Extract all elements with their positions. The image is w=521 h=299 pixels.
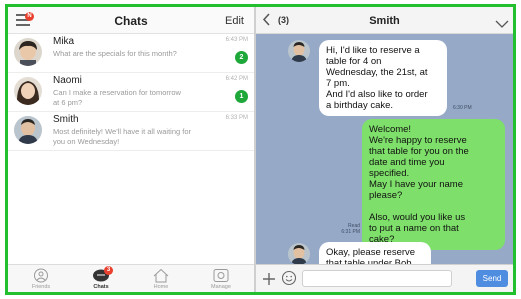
avatar <box>14 38 42 66</box>
message-input[interactable] <box>302 270 452 287</box>
avatar <box>14 116 42 144</box>
chevron-down-icon <box>495 20 509 28</box>
tab-home[interactable]: Home <box>136 268 186 290</box>
conversation-panel: (3) Smith Hi, I'd like to reserve a tabl… <box>256 7 513 292</box>
tab-manage[interactable]: Manage <box>196 268 246 290</box>
chat-time: 6:42 PM <box>225 76 248 82</box>
conversation-title: Smith <box>369 15 400 27</box>
chat-name: Mika <box>53 36 75 47</box>
send-button[interactable]: Send <box>476 270 508 287</box>
read-receipt: Read 6:31 PM <box>338 223 360 235</box>
tab-friends[interactable]: Friends <box>16 268 66 290</box>
chat-list-title: Chats <box>114 14 148 28</box>
edit-button[interactable]: Edit <box>225 15 244 27</box>
chat-row-naomi[interactable]: Naomi Can I make a reservation for tomor… <box>8 74 254 112</box>
chat-row-smith[interactable]: Smith Most definitely! We'll have it all… <box>8 113 254 151</box>
tab-badge: 3 <box>104 266 113 275</box>
message-bubble-outgoing: Welcome! We're happy to reserve that tab… <box>362 119 505 250</box>
chat-time: 6:43 PM <box>225 37 248 43</box>
emoji-icon <box>281 270 297 286</box>
emoji-button[interactable] <box>281 270 297 286</box>
chat-row-mika[interactable]: Mika What are the specials for this mont… <box>8 35 254 73</box>
conversation-header: (3) Smith <box>256 7 513 34</box>
chats-icon <box>93 269 109 282</box>
tab-chats[interactable]: 3 Chats <box>76 266 126 290</box>
app-frame: N Chats Edit Mika What are the specials … <box>5 4 516 295</box>
tab-label: Manage <box>211 284 231 290</box>
chat-preview: Can I make a reservation for tomorrow at… <box>53 88 181 107</box>
message-time: 6:31 PM <box>341 229 360 235</box>
chat-preview: Most definitely! We'll have it all waiti… <box>53 127 192 146</box>
home-icon <box>153 268 169 283</box>
unread-badge: 1 <box>235 90 248 103</box>
sender-avatar[interactable] <box>288 40 310 62</box>
plus-icon <box>263 273 275 285</box>
chat-preview: What are the specials for this month? <box>53 49 177 58</box>
message-time: 6:30 PM <box>453 105 472 111</box>
tab-label: Chats <box>93 284 109 290</box>
chat-name: Smith <box>53 114 79 125</box>
message-input-bar: Send <box>256 264 513 292</box>
chat-list-header: N Chats Edit <box>8 7 254 34</box>
options-button[interactable] <box>495 16 509 28</box>
friends-icon <box>34 268 48 283</box>
sender-avatar[interactable] <box>288 243 310 265</box>
tab-label: Home <box>153 284 169 290</box>
avatar <box>14 77 42 105</box>
manage-icon <box>213 269 229 282</box>
chat-name: Naomi <box>53 75 82 86</box>
message-bubble-incoming: Hi, I'd like to reserve a table for 4 on… <box>319 40 447 116</box>
tab-label: Friends <box>31 284 51 290</box>
attach-button[interactable] <box>262 268 276 291</box>
chat-list-panel: N Chats Edit Mika What are the specials … <box>8 7 254 292</box>
unread-badge: 2 <box>235 51 248 64</box>
chat-time: 6:33 PM <box>225 115 248 121</box>
bottom-tab-bar: Friends 3 Chats Home Manage <box>8 264 254 292</box>
